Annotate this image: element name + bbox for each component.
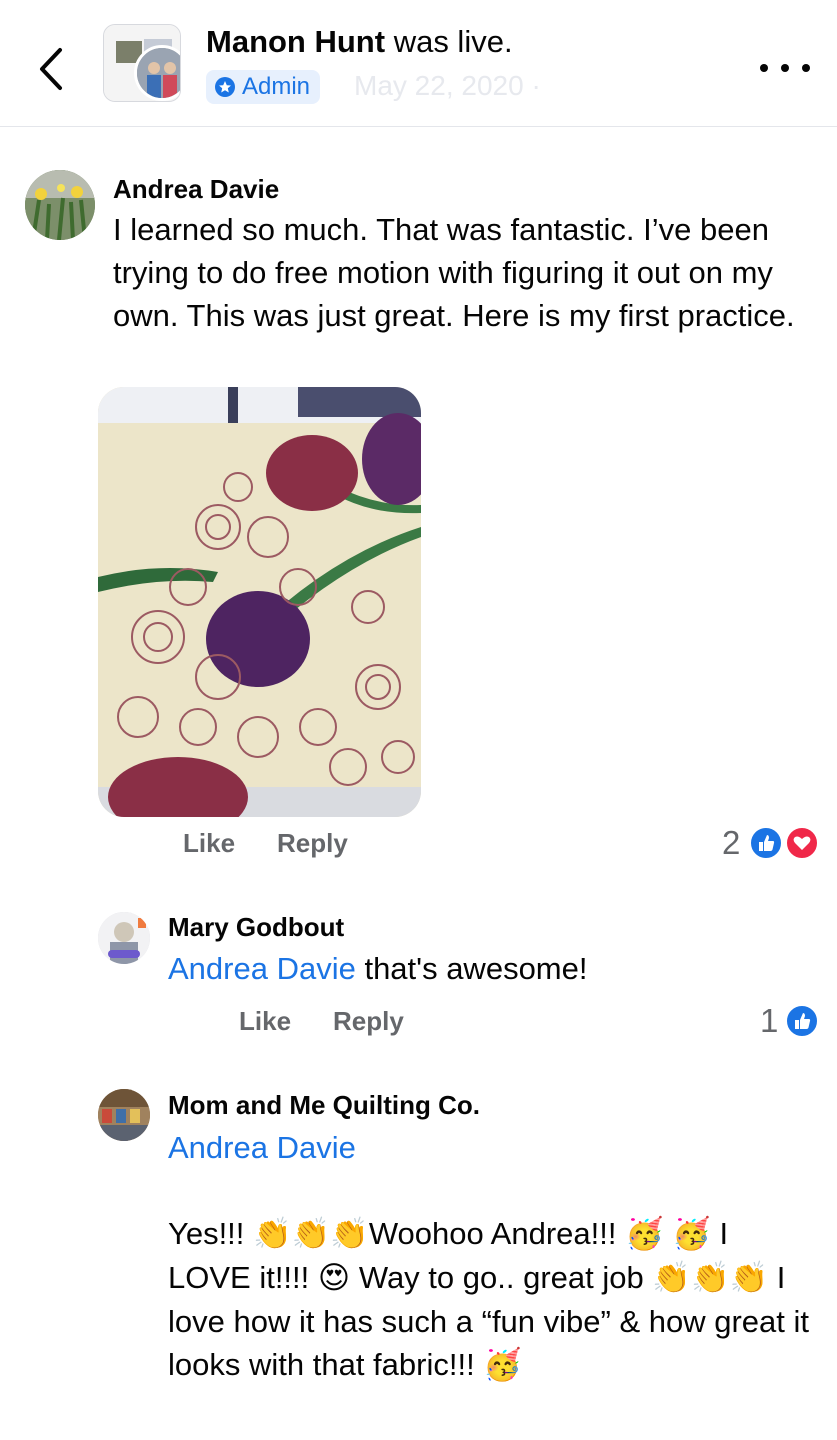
party-face-icon: 🥳 bbox=[483, 1347, 522, 1383]
comment-author[interactable]: Mom and Me Quilting Co. bbox=[168, 1090, 480, 1121]
author-name[interactable]: Manon Hunt bbox=[206, 24, 385, 59]
post-date: May 22, 2020 · bbox=[354, 70, 541, 101]
comment-photo[interactable] bbox=[98, 387, 421, 817]
like-reaction-icon bbox=[784, 1003, 820, 1039]
comment-body: that's awesome! bbox=[355, 951, 588, 986]
party-face-icon: 🥳 bbox=[672, 1216, 711, 1252]
comment-text: Yes!!! 👏👏👏Woohoo Andrea!!! 🥳 🥳 I LOVE it… bbox=[168, 1212, 818, 1387]
dot-icon bbox=[802, 64, 810, 72]
love-reaction-icon bbox=[784, 825, 820, 861]
avatar[interactable] bbox=[25, 170, 95, 240]
dot-icon bbox=[760, 64, 768, 72]
avatar[interactable] bbox=[98, 1089, 150, 1141]
text-segment: Yes!!! bbox=[168, 1216, 254, 1251]
reply-button[interactable]: Reply bbox=[333, 1006, 404, 1037]
admin-label: Admin bbox=[242, 73, 311, 100]
comment-author[interactable]: Mary Godbout bbox=[168, 912, 344, 943]
like-button[interactable]: Like bbox=[239, 1006, 291, 1037]
page-avatar bbox=[134, 45, 180, 101]
mention-link[interactable]: Andrea Davie bbox=[168, 1126, 356, 1169]
comment-text: I learned so much. That was fantastic. I… bbox=[113, 212, 795, 333]
clap-icon: 👏 bbox=[729, 1260, 769, 1296]
avatar[interactable] bbox=[98, 912, 150, 964]
post-title: Manon Hunt was live. bbox=[206, 24, 513, 60]
mention-link[interactable]: Andrea Davie bbox=[168, 951, 356, 986]
like-reaction-icon bbox=[748, 825, 784, 861]
like-button[interactable]: Like bbox=[183, 828, 235, 859]
admin-badge: Admin bbox=[206, 70, 321, 104]
clap-icon: 👏 bbox=[652, 1260, 691, 1296]
reply-button[interactable]: Reply bbox=[277, 828, 348, 859]
clap-icon: 👏 bbox=[253, 1216, 292, 1252]
text-segment: Way to go.. great job bbox=[350, 1260, 653, 1295]
back-button[interactable] bbox=[30, 44, 74, 94]
heart-eyes-icon: 😍 bbox=[317, 1260, 351, 1296]
chevron-left-icon bbox=[40, 48, 62, 90]
clap-icon: 👏 bbox=[330, 1216, 369, 1252]
text-segment: Woohoo Andrea!!! bbox=[368, 1216, 626, 1251]
admin-shield-icon bbox=[215, 77, 235, 97]
live-video-thumbnail[interactable] bbox=[103, 24, 181, 102]
comment-author[interactable]: Andrea Davie bbox=[113, 174, 279, 205]
reaction-count[interactable]: 1 bbox=[760, 1002, 778, 1040]
post-header: Manon Hunt was live. Admin May 22, 2020 … bbox=[0, 0, 837, 127]
more-options-button[interactable] bbox=[760, 56, 810, 80]
party-face-icon: 🥳 bbox=[625, 1216, 664, 1252]
comment-text: Andrea Davie that's awesome! bbox=[168, 947, 808, 990]
reaction-count[interactable]: 2 bbox=[722, 824, 740, 862]
clap-icon: 👏 bbox=[690, 1260, 730, 1296]
dot-icon bbox=[781, 64, 789, 72]
clap-icon: 👏 bbox=[291, 1216, 331, 1252]
title-suffix: was live. bbox=[385, 24, 513, 59]
